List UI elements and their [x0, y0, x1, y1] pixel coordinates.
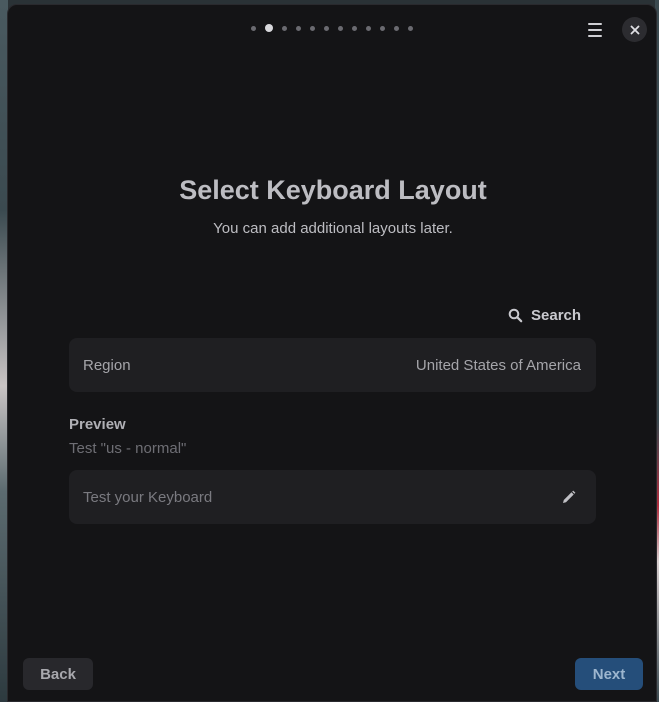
menu-bar: [588, 35, 602, 37]
preview-layout-label: Test "us - normal": [69, 440, 187, 457]
region-value: United States of America: [415, 356, 581, 374]
close-button[interactable]: [622, 17, 647, 42]
progress-dot: [352, 25, 357, 31]
progress-dot: [324, 25, 329, 31]
progress-dot: [366, 25, 371, 31]
progress-dot: [282, 25, 287, 31]
menu-bar: [588, 29, 602, 31]
region-label: Region: [83, 356, 131, 374]
progress-dot: [310, 25, 315, 31]
progress-dot: [394, 25, 399, 31]
progress-dot: [338, 25, 343, 31]
progress-dots: [251, 24, 413, 32]
progress-dot-current: [265, 24, 273, 32]
region-row[interactable]: Region United States of America: [69, 338, 596, 392]
progress-dot: [380, 25, 385, 31]
menu-bar: [588, 23, 602, 25]
progress-dot: [408, 25, 413, 31]
hamburger-menu-icon[interactable]: [582, 17, 608, 43]
page-title: Select Keyboard Layout: [179, 175, 487, 205]
search-label: Search: [531, 306, 582, 324]
back-button[interactable]: Back: [23, 658, 93, 690]
preview-heading: Preview: [69, 416, 126, 433]
next-button[interactable]: Next: [575, 658, 643, 690]
search-icon: [508, 308, 523, 322]
progress-dot: [296, 25, 301, 31]
close-icon: [630, 25, 639, 34]
keyboard-test-field[interactable]: [69, 470, 596, 524]
setup-window: Select Keyboard Layout You can add addit…: [7, 4, 657, 702]
page-subtitle: You can add additional layouts later.: [213, 220, 453, 237]
search-button[interactable]: Search: [508, 305, 581, 325]
keyboard-test-input[interactable]: [83, 488, 523, 506]
progress-dot: [251, 25, 256, 31]
pencil-icon: [563, 490, 576, 503]
